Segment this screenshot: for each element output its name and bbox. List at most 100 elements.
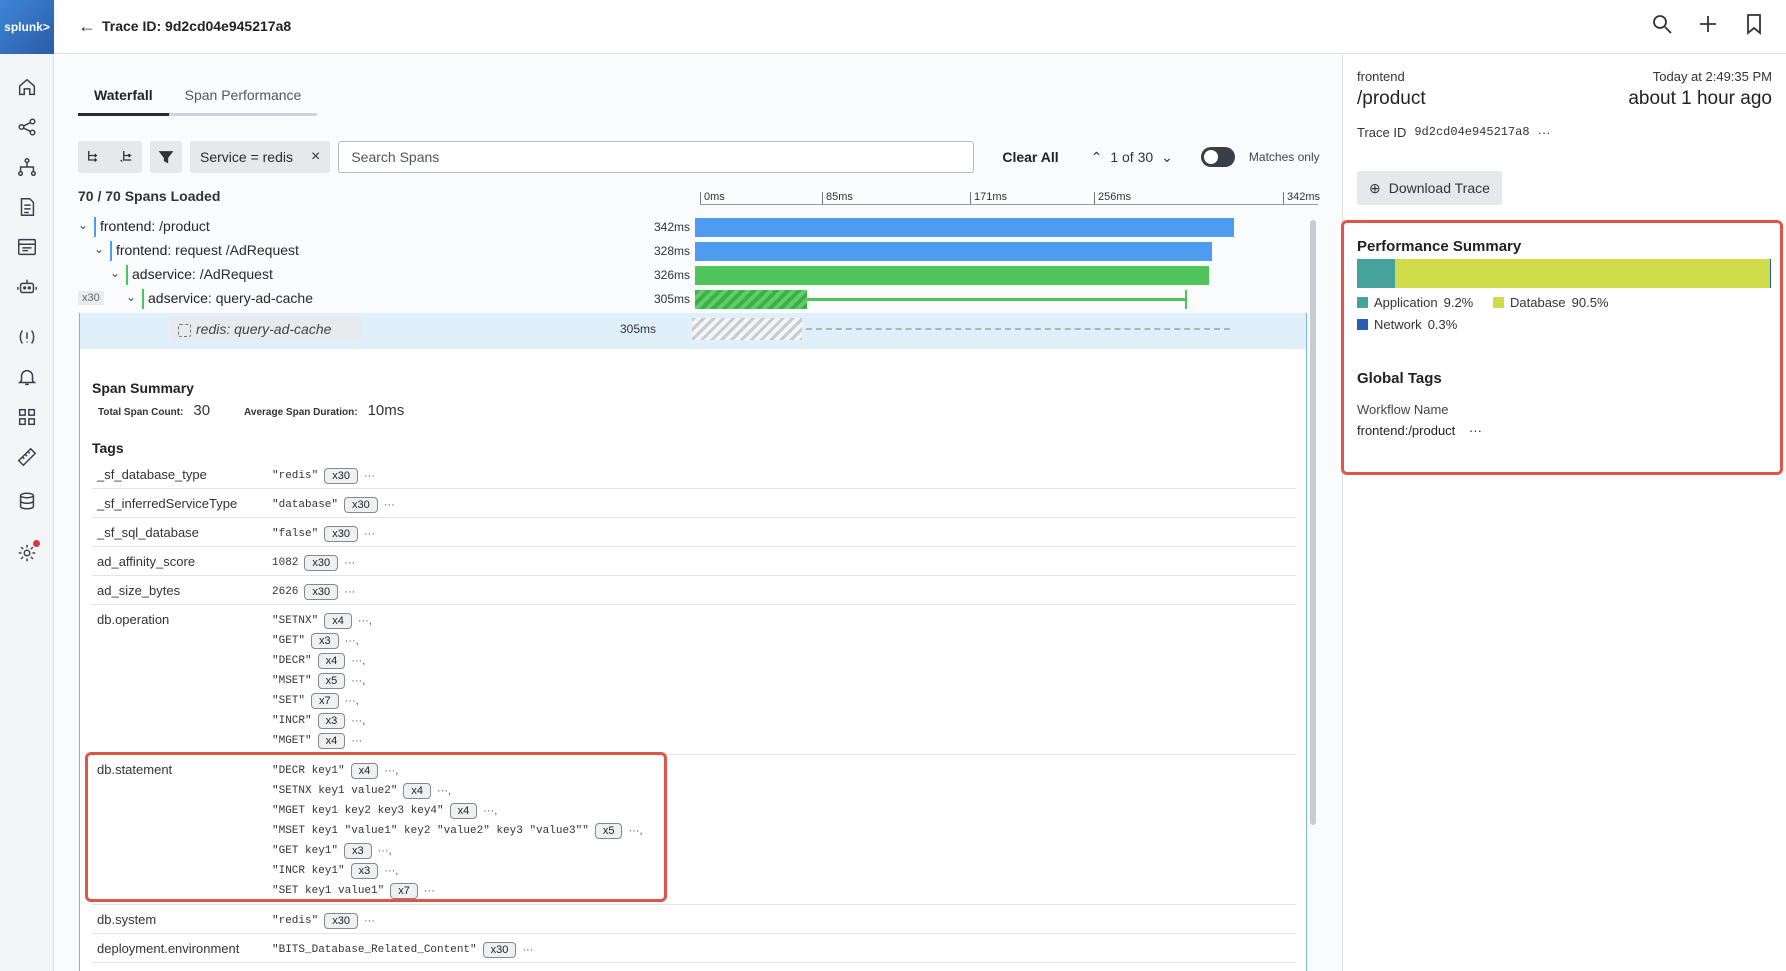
service-color-marker: [94, 217, 96, 237]
more-icon[interactable]: ···: [384, 499, 395, 511]
alerts-exclamation-icon[interactable]: [14, 324, 40, 350]
download-trace-button[interactable]: ⊕ Download Trace: [1357, 171, 1502, 205]
span-row[interactable]: x30 ⌄ adservice: query-ad-cache 305ms: [68, 287, 1318, 311]
total-span-count-value: 30: [193, 402, 211, 419]
axis-tick: 256ms: [1094, 192, 1131, 204]
bookmark-icon[interactable]: [1742, 12, 1766, 36]
span-duration: 305ms: [653, 292, 690, 306]
more-icon[interactable]: ···: [1538, 125, 1551, 140]
span-bar[interactable]: [695, 218, 1234, 237]
browser-icon[interactable]: [14, 234, 40, 260]
span-label: adservice: /AdRequest: [132, 266, 273, 282]
tag-value[interactable]: "redis" x30 ···: [272, 466, 375, 486]
more-icon[interactable]: ···,: [345, 635, 359, 647]
filter-button[interactable]: [150, 141, 182, 173]
redis-span-duration: 305ms: [620, 322, 657, 336]
more-icon[interactable]: ···,: [351, 655, 365, 667]
filter-chip-label: Service = redis: [200, 149, 293, 165]
service-map-icon[interactable]: [14, 114, 40, 140]
bell-icon[interactable]: [14, 364, 40, 390]
span-bar[interactable]: [695, 266, 1209, 285]
more-icon[interactable]: ···: [351, 735, 362, 747]
more-icon[interactable]: ···: [522, 944, 533, 956]
tag-value[interactable]: "MSET" x5 ···,: [272, 671, 372, 691]
tag-value[interactable]: "SET" x7 ···,: [272, 691, 372, 711]
span-row[interactable]: ⌄ adservice: /AdRequest 326ms: [68, 263, 1318, 287]
tag-value[interactable]: "BITS_Database_Related_Content" x30 ···: [272, 940, 533, 960]
tag-count-badge: x4: [317, 653, 346, 669]
more-icon[interactable]: ···: [364, 528, 375, 540]
tag-value[interactable]: "database" x30 ···: [272, 495, 395, 515]
span-label: frontend: /product: [100, 218, 210, 234]
tag-key: ad_size_bytes: [97, 583, 181, 598]
tag-value[interactable]: 2626 x30 ···: [272, 582, 355, 602]
collapse-all-button[interactable]: [110, 141, 142, 173]
tag-key: _sf_inferredServiceType: [97, 496, 238, 511]
more-icon[interactable]: ···,: [358, 615, 372, 627]
clear-all-button[interactable]: Clear All: [1002, 149, 1058, 165]
more-icon[interactable]: ···,: [351, 715, 365, 727]
left-nav-rail: splunk>: [0, 0, 54, 971]
home-icon[interactable]: [14, 74, 40, 100]
chevron-down-icon[interactable]: ⌄: [78, 218, 88, 232]
more-icon[interactable]: ···,: [345, 695, 359, 707]
dashboards-grid-icon[interactable]: [14, 404, 40, 430]
expand-tree-icon: [88, 151, 98, 162]
tag-value[interactable]: "MGET" x4 ···: [272, 731, 372, 751]
tag-value[interactable]: "SETNX" x4 ···,: [272, 611, 372, 631]
tag-count-badge: x30: [324, 913, 358, 929]
span-bar[interactable]: [695, 242, 1212, 261]
span-duration: 328ms: [653, 244, 690, 258]
tag-value[interactable]: "DECR" x4 ···,: [272, 651, 372, 671]
add-icon[interactable]: [1696, 12, 1720, 36]
matches-only-toggle[interactable]: [1200, 147, 1235, 167]
scrollbar[interactable]: [1310, 220, 1316, 825]
database-icon[interactable]: [14, 488, 40, 514]
service-color-marker: [110, 241, 112, 261]
span-row[interactable]: ⌄ frontend: /product 342ms: [68, 215, 1318, 239]
settings-gear-icon[interactable]: [14, 540, 40, 566]
logs-icon[interactable]: [14, 194, 40, 220]
tag-value-text: "GET": [272, 635, 306, 647]
back-arrow-icon[interactable]: ←: [78, 16, 96, 37]
download-icon: ⊕: [1369, 179, 1381, 196]
axis-tick: 85ms: [822, 192, 853, 204]
tag-value[interactable]: 1082 x30 ···: [272, 553, 355, 573]
chevron-down-icon[interactable]: ⌄: [126, 290, 136, 304]
synthetics-robot-icon[interactable]: [14, 274, 40, 300]
redis-span-dashed-line: [806, 328, 1230, 330]
span-bar[interactable]: [695, 290, 807, 309]
search-spans-input[interactable]: Search Spans: [338, 141, 975, 173]
tag-value[interactable]: "GET" x3 ···,: [272, 631, 372, 651]
root-service: frontend: [1357, 69, 1405, 84]
hierarchy-icon[interactable]: [14, 154, 40, 180]
ruler-icon[interactable]: [14, 444, 40, 470]
span-count-badge: x30: [78, 291, 104, 305]
search-icon[interactable]: [1650, 12, 1674, 36]
span-row[interactable]: ⌄ frontend: request /AdRequest 328ms: [68, 239, 1318, 263]
tag-value[interactable]: "false" x30 ···: [272, 524, 375, 544]
tag-value[interactable]: "redis" x30 ···: [272, 911, 375, 931]
more-icon[interactable]: ···,: [351, 675, 365, 687]
highlight-box-db-statement: [85, 752, 667, 902]
expand-all-button[interactable]: [78, 141, 110, 173]
more-icon[interactable]: ···: [344, 557, 355, 569]
tag-values: "database" x30 ···: [272, 495, 395, 515]
selected-span-row[interactable]: redis: query-ad-cache 305ms: [80, 313, 1306, 349]
chevron-down-icon[interactable]: ⌄: [1161, 149, 1173, 166]
chevron-up-icon[interactable]: ⌃: [1091, 149, 1103, 166]
tag-value[interactable]: "INCR" x3 ···,: [272, 711, 372, 731]
more-icon[interactable]: ···: [364, 470, 375, 482]
tab-waterfall[interactable]: Waterfall: [78, 87, 169, 116]
chevron-down-icon[interactable]: ⌄: [110, 266, 120, 280]
splunk-logo[interactable]: splunk>: [0, 0, 54, 54]
redis-span-label[interactable]: redis: query-ad-cache: [170, 317, 362, 341]
close-icon[interactable]: ×: [311, 148, 320, 166]
more-icon[interactable]: ···: [364, 915, 375, 927]
chevron-down-icon[interactable]: ⌄: [94, 242, 104, 256]
axis-tick: 342ms: [1283, 192, 1320, 204]
more-icon[interactable]: ···: [344, 586, 355, 598]
tag-count-badge: x30: [324, 468, 358, 484]
tab-span-performance[interactable]: Span Performance: [168, 87, 318, 116]
tag-key: db.system: [97, 912, 157, 927]
